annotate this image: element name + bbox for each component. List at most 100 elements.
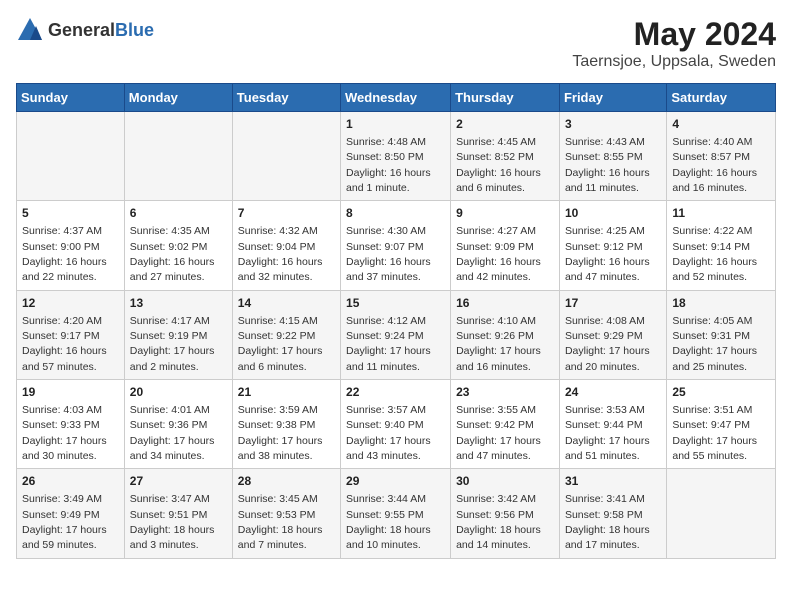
calendar-cell: 13 Sunrise: 4:17 AM Sunset: 9:19 PM Dayli… [124,290,232,379]
day-number: 19 [22,384,119,401]
day-number: 27 [130,473,227,490]
day-info: Sunrise: 3:53 AM Sunset: 9:44 PM Dayligh… [565,404,650,462]
day-number: 3 [565,116,661,133]
day-number: 25 [672,384,770,401]
day-info: Sunrise: 4:08 AM Sunset: 9:29 PM Dayligh… [565,315,650,373]
day-number: 1 [346,116,445,133]
day-number: 2 [456,116,554,133]
day-info: Sunrise: 3:44 AM Sunset: 9:55 PM Dayligh… [346,493,431,551]
day-number: 5 [22,205,119,222]
logo-icon [16,16,44,44]
header-cell-saturday: Saturday [667,84,776,112]
header-cell-tuesday: Tuesday [232,84,340,112]
day-number: 31 [565,473,661,490]
day-info: Sunrise: 4:40 AM Sunset: 8:57 PM Dayligh… [672,136,757,194]
day-number: 10 [565,205,661,222]
day-info: Sunrise: 4:15 AM Sunset: 9:22 PM Dayligh… [238,315,323,373]
calendar-cell: 23 Sunrise: 3:55 AM Sunset: 9:42 PM Dayli… [451,380,560,469]
calendar-cell: 6 Sunrise: 4:35 AM Sunset: 9:02 PM Daylig… [124,201,232,290]
calendar-cell [17,112,125,201]
day-info: Sunrise: 4:27 AM Sunset: 9:09 PM Dayligh… [456,225,541,283]
calendar-cell: 15Sunrise: 4:12 AM Sunset: 9:24 PM Dayli… [341,290,451,379]
day-info: Sunrise: 4:35 AM Sunset: 9:02 PM Dayligh… [130,225,215,283]
page-header: GeneralBlue May 2024 Taernsjoe, Uppsala,… [16,16,776,71]
header-cell-friday: Friday [559,84,666,112]
calendar-cell: 25Sunrise: 3:51 AM Sunset: 9:47 PM Dayli… [667,380,776,469]
calendar-cell: 17 Sunrise: 4:08 AM Sunset: 9:29 PM Dayli… [559,290,666,379]
day-number: 7 [238,205,335,222]
day-info: Sunrise: 3:41 AM Sunset: 9:58 PM Dayligh… [565,493,650,551]
day-number: 26 [22,473,119,490]
calendar-cell: 21 Sunrise: 3:59 AM Sunset: 9:38 PM Dayli… [232,380,340,469]
day-info: Sunrise: 3:57 AM Sunset: 9:40 PM Dayligh… [346,404,431,462]
day-info: Sunrise: 3:59 AM Sunset: 9:38 PM Dayligh… [238,404,323,462]
day-info: Sunrise: 4:17 AM Sunset: 9:19 PM Dayligh… [130,315,215,373]
day-number: 8 [346,205,445,222]
calendar-cell: 24 Sunrise: 3:53 AM Sunset: 9:44 PM Dayli… [559,380,666,469]
header-cell-monday: Monday [124,84,232,112]
day-info: Sunrise: 4:03 AM Sunset: 9:33 PM Dayligh… [22,404,107,462]
day-number: 11 [672,205,770,222]
day-info: Sunrise: 4:30 AM Sunset: 9:07 PM Dayligh… [346,225,431,283]
day-number: 22 [346,384,445,401]
header-cell-sunday: Sunday [17,84,125,112]
calendar-cell: 9 Sunrise: 4:27 AM Sunset: 9:09 PM Daylig… [451,201,560,290]
day-info: Sunrise: 3:55 AM Sunset: 9:42 PM Dayligh… [456,404,541,462]
calendar-cell: 22 Sunrise: 3:57 AM Sunset: 9:40 PM Dayli… [341,380,451,469]
calendar-cell: 29 Sunrise: 3:44 AM Sunset: 9:55 PM Dayli… [341,469,451,558]
calendar-cell: 28 Sunrise: 3:45 AM Sunset: 9:53 PM Dayli… [232,469,340,558]
day-number: 17 [565,295,661,312]
calendar-cell: 8 Sunrise: 4:30 AM Sunset: 9:07 PM Daylig… [341,201,451,290]
header-row: SundayMondayTuesdayWednesdayThursdayFrid… [17,84,776,112]
main-title: May 2024 [572,16,776,53]
day-number: 4 [672,116,770,133]
calendar-cell: 31 Sunrise: 3:41 AM Sunset: 9:58 PM Dayli… [559,469,666,558]
calendar-cell: 2 Sunrise: 4:45 AM Sunset: 8:52 PM Daylig… [451,112,560,201]
calendar-cell: 4 Sunrise: 4:40 AM Sunset: 8:57 PM Daylig… [667,112,776,201]
calendar-body: 1Sunrise: 4:48 AM Sunset: 8:50 PM Daylig… [17,112,776,559]
calendar-cell [124,112,232,201]
day-number: 30 [456,473,554,490]
day-number: 6 [130,205,227,222]
day-info: Sunrise: 4:43 AM Sunset: 8:55 PM Dayligh… [565,136,650,194]
day-info: Sunrise: 3:49 AM Sunset: 9:49 PM Dayligh… [22,493,107,551]
calendar-cell: 7Sunrise: 4:32 AM Sunset: 9:04 PM Daylig… [232,201,340,290]
day-number: 13 [130,295,227,312]
day-number: 28 [238,473,335,490]
header-cell-wednesday: Wednesday [341,84,451,112]
day-number: 14 [238,295,335,312]
day-number: 21 [238,384,335,401]
day-number: 16 [456,295,554,312]
calendar-cell: 20Sunrise: 4:01 AM Sunset: 9:36 PM Dayli… [124,380,232,469]
day-number: 24 [565,384,661,401]
calendar-table: SundayMondayTuesdayWednesdayThursdayFrid… [16,83,776,559]
day-info: Sunrise: 3:45 AM Sunset: 9:53 PM Dayligh… [238,493,323,551]
day-number: 9 [456,205,554,222]
logo: GeneralBlue [16,16,154,44]
header-cell-thursday: Thursday [451,84,560,112]
subtitle: Taernsjoe, Uppsala, Sweden [572,53,776,71]
calendar-cell: 16Sunrise: 4:10 AM Sunset: 9:26 PM Dayli… [451,290,560,379]
calendar-cell [667,469,776,558]
calendar-week-5: 26 Sunrise: 3:49 AM Sunset: 9:49 PM Dayli… [17,469,776,558]
day-number: 18 [672,295,770,312]
calendar-cell: 10 Sunrise: 4:25 AM Sunset: 9:12 PM Dayli… [559,201,666,290]
day-info: Sunrise: 4:25 AM Sunset: 9:12 PM Dayligh… [565,225,650,283]
calendar-header: SundayMondayTuesdayWednesdayThursdayFrid… [17,84,776,112]
calendar-cell [232,112,340,201]
calendar-cell: 1Sunrise: 4:48 AM Sunset: 8:50 PM Daylig… [341,112,451,201]
day-info: Sunrise: 4:45 AM Sunset: 8:52 PM Dayligh… [456,136,541,194]
calendar-cell: 12Sunrise: 4:20 AM Sunset: 9:17 PM Dayli… [17,290,125,379]
calendar-cell: 3 Sunrise: 4:43 AM Sunset: 8:55 PM Daylig… [559,112,666,201]
day-info: Sunrise: 3:47 AM Sunset: 9:51 PM Dayligh… [130,493,215,551]
day-number: 29 [346,473,445,490]
calendar-week-3: 12Sunrise: 4:20 AM Sunset: 9:17 PM Dayli… [17,290,776,379]
calendar-cell: 11Sunrise: 4:22 AM Sunset: 9:14 PM Dayli… [667,201,776,290]
calendar-cell: 30Sunrise: 3:42 AM Sunset: 9:56 PM Dayli… [451,469,560,558]
day-info: Sunrise: 4:12 AM Sunset: 9:24 PM Dayligh… [346,315,431,373]
logo-blue-text: Blue [115,20,154,40]
calendar-week-4: 19 Sunrise: 4:03 AM Sunset: 9:33 PM Dayli… [17,380,776,469]
logo-general-text: General [48,20,115,40]
day-info: Sunrise: 4:37 AM Sunset: 9:00 PM Dayligh… [22,225,107,283]
day-number: 23 [456,384,554,401]
